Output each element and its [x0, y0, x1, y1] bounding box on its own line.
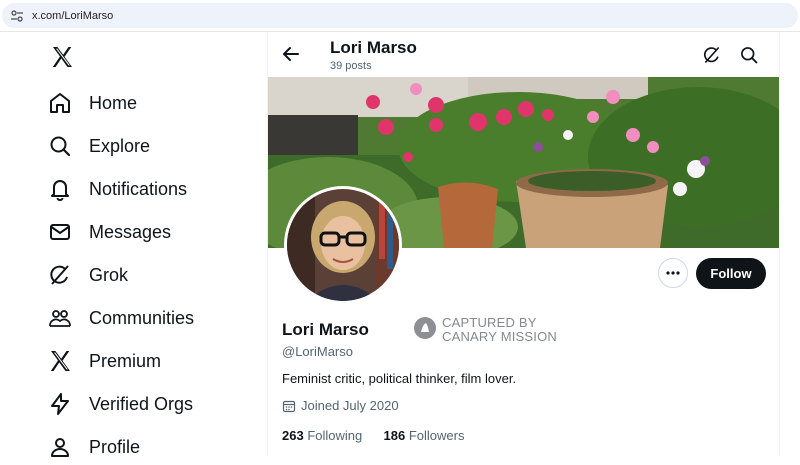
x-logo-icon[interactable]: [50, 45, 74, 69]
address-field[interactable]: x.com/LoriMarso: [2, 3, 798, 28]
sidebar-item-label: Communities: [89, 307, 195, 328]
canary-mission-logo-icon: [414, 317, 436, 339]
watermark-line1: CAPTURED BY: [442, 315, 537, 330]
joined-date: Joined July 2020: [282, 398, 399, 413]
person-icon: [51, 438, 69, 457]
followers-count: 186: [383, 428, 406, 443]
followers-link[interactable]: 186 Followers: [384, 428, 465, 443]
joined-text: Joined July 2020: [301, 398, 399, 413]
x-logo-icon: [50, 351, 70, 371]
sidebar-item-premium[interactable]: Premium: [48, 343, 248, 379]
sidebar-item-label: Home: [89, 92, 138, 113]
sidebar-nav: Home Explore Notifications Messages Grok: [0, 32, 268, 457]
communities-icon: [49, 310, 71, 327]
sidebar-item-home[interactable]: Home: [48, 85, 248, 121]
sidebar-item-label: Premium: [89, 350, 162, 371]
profile-column: Lori Marso 39 posts Follow Lori Marso @L…: [268, 32, 779, 456]
lightning-icon: [51, 393, 69, 415]
more-options-button[interactable]: [658, 258, 688, 288]
post-count: 39 posts: [330, 60, 372, 72]
following-link[interactable]: 263 Following: [282, 428, 366, 443]
bell-icon: [51, 180, 69, 201]
follow-stats: 263 Following 186 Followers: [282, 428, 464, 443]
following-count: 263: [282, 428, 304, 443]
following-label: Following: [307, 428, 363, 443]
search-icon: [50, 136, 71, 157]
sidebar-item-label: Profile: [89, 436, 141, 457]
sidebar-item-explore[interactable]: Explore: [48, 128, 248, 164]
sidebar-item-label: Verified Orgs: [89, 393, 194, 414]
column-divider: [779, 32, 780, 456]
sidebar-item-label: Grok: [89, 264, 129, 285]
grok-icon[interactable]: [702, 45, 722, 65]
sidebar-item-profile[interactable]: Profile: [48, 429, 248, 465]
home-icon: [50, 93, 70, 113]
page-title: Lori Marso: [330, 38, 417, 57]
profile-header-bar: Lori Marso 39 posts: [268, 32, 779, 77]
sidebar-item-messages[interactable]: Messages: [48, 214, 248, 250]
url-text: x.com/LoriMarso: [32, 10, 114, 22]
profile-bio: Feminist critic, political thinker, film…: [282, 371, 517, 386]
avatar[interactable]: [284, 186, 402, 304]
follow-button[interactable]: Follow: [696, 258, 766, 289]
sidebar-item-notifications[interactable]: Notifications: [48, 171, 248, 207]
watermark-line2: CANARY MISSION: [442, 329, 558, 344]
sidebar-item-label: Notifications: [89, 178, 188, 199]
envelope-icon: [50, 224, 70, 240]
followers-label: Followers: [408, 428, 465, 443]
back-arrow-icon[interactable]: [281, 44, 301, 64]
sidebar-item-verified-orgs[interactable]: Verified Orgs: [48, 386, 248, 422]
site-settings-icon[interactable]: [10, 10, 24, 22]
calendar-icon: [282, 400, 296, 412]
profile-name: Lori Marso: [282, 320, 369, 339]
more-dots-icon: [666, 271, 680, 275]
search-icon[interactable]: [739, 45, 759, 65]
browser-address-bar: x.com/LoriMarso: [0, 0, 800, 32]
profile-handle: @LoriMarso: [282, 344, 353, 359]
sidebar-item-label: Explore: [89, 135, 151, 156]
sidebar-item-label: Messages: [89, 221, 172, 242]
watermark-stamp: CAPTURED BY CANARY MISSION: [414, 315, 564, 344]
sidebar-item-communities[interactable]: Communities: [48, 300, 248, 336]
grok-icon: [50, 265, 69, 285]
sidebar-item-grok[interactable]: Grok: [48, 257, 248, 293]
